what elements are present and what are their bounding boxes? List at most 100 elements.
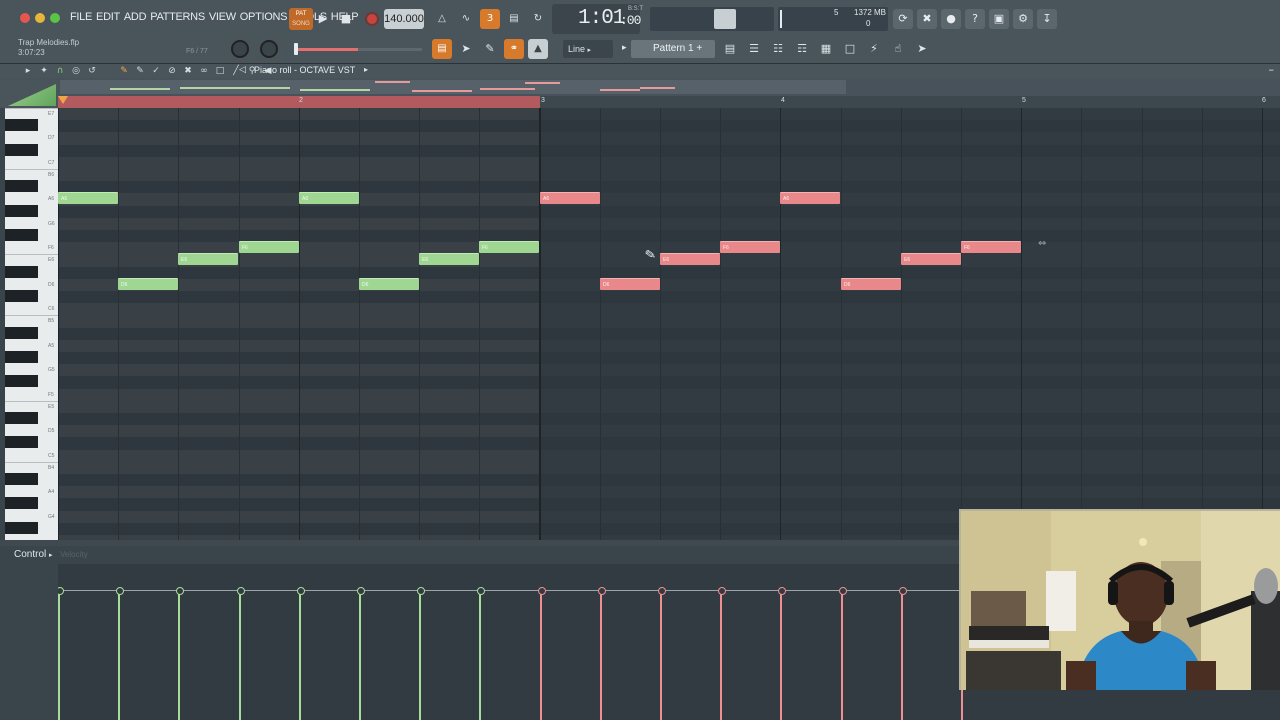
main-volume-slider[interactable] — [294, 48, 422, 51]
blend-notes-icon[interactable]: ▤ — [504, 9, 524, 29]
menu-options[interactable]: OPTIONS — [240, 11, 288, 23]
main-volume-handle[interactable] — [294, 43, 298, 55]
note-a6[interactable]: A6 — [299, 192, 359, 205]
note-d6[interactable]: D6 — [118, 277, 178, 290]
playhead-marker-icon[interactable] — [58, 96, 68, 104]
velocity-bar[interactable] — [598, 587, 606, 720]
snap-icon[interactable]: ✦ — [38, 65, 50, 77]
arrow-icon[interactable]: ➤ — [456, 39, 476, 59]
delete-tool-icon[interactable]: ⊘ — [166, 65, 178, 77]
control-selector[interactable]: Control ▸ — [14, 549, 53, 560]
note-e6[interactable]: E6 — [419, 253, 479, 266]
countdown-icon[interactable]: 3 — [480, 9, 500, 29]
minimize-window-button[interactable] — [35, 13, 45, 23]
mixer-icon[interactable]: ☷ — [768, 39, 788, 59]
send-icon[interactable]: ➤ — [912, 39, 932, 59]
brush-tool-icon[interactable]: ✓ — [150, 65, 162, 77]
touch-icon[interactable]: ☝ — [888, 39, 908, 59]
velocity-bar[interactable] — [357, 587, 365, 720]
menu-edit[interactable]: EDIT — [96, 11, 120, 23]
loop-record-icon[interactable]: ↻ — [528, 9, 548, 29]
pattern-selector[interactable]: Pattern 1 + — [631, 40, 715, 58]
menu-file[interactable]: FILE — [70, 11, 92, 23]
wait-input-icon[interactable]: ∿ — [456, 9, 476, 29]
stop-button[interactable]: ■ — [336, 9, 356, 29]
black-key[interactable] — [5, 265, 38, 278]
black-key[interactable] — [5, 290, 38, 302]
black-key[interactable] — [5, 473, 38, 485]
clipboard-icon[interactable]: □ — [840, 39, 860, 59]
black-key[interactable] — [5, 326, 38, 339]
plug-icon[interactable]: ⚡ — [864, 39, 884, 59]
plugin-icon[interactable]: ⚙ — [1013, 9, 1033, 29]
close-window-button[interactable] — [20, 13, 30, 23]
note-e6[interactable]: E6 — [178, 253, 238, 266]
piano-roll-close-icon[interactable]: – — [1269, 63, 1275, 76]
black-key[interactable] — [5, 351, 38, 363]
velocity-bar[interactable] — [58, 587, 64, 720]
velocity-bar[interactable] — [297, 587, 305, 720]
master-pitch-slider[interactable] — [714, 9, 736, 29]
link-icon[interactable]: ⚭ — [504, 39, 524, 59]
mute-tool-icon[interactable]: ✖ — [182, 65, 194, 77]
record-button[interactable] — [365, 12, 379, 26]
black-key[interactable] — [5, 375, 38, 388]
velocity-bar[interactable] — [899, 587, 907, 720]
velocity-bar[interactable] — [778, 587, 786, 720]
menu-view[interactable]: VIEW — [209, 11, 236, 23]
pencil-icon[interactable]: ✎ — [480, 39, 500, 59]
add-pattern-icon[interactable]: + — [696, 43, 702, 54]
velocity-bar[interactable] — [718, 587, 726, 720]
menu-patterns[interactable]: PATTERNS — [150, 11, 205, 23]
tempo-display[interactable]: 140.000 — [384, 9, 424, 29]
menu-arrow-icon[interactable]: ▸ — [22, 65, 34, 77]
stamp-icon[interactable]: ▲ — [528, 39, 548, 59]
piano-keyboard[interactable]: E7 D7 C7 B6 A6 G6 F6 E6 D6 C6 B5 A5 G5 F5 E5 D5 C5 B4 A4 G4 — [5, 108, 58, 540]
black-key[interactable] — [5, 497, 38, 510]
note-f6[interactable]: F6 — [239, 241, 299, 254]
undo-history-icon[interactable]: ⟳ — [893, 9, 913, 29]
black-key[interactable] — [5, 229, 38, 241]
pattern-prev-icon[interactable]: ▸ — [622, 43, 627, 53]
title-chevron-icon[interactable]: ▸ — [364, 65, 368, 74]
menu-add[interactable]: ADD — [124, 11, 147, 23]
save-icon[interactable]: ▣ — [989, 9, 1009, 29]
sliders-icon[interactable]: ☶ — [792, 39, 812, 59]
zoom-window-button[interactable] — [50, 13, 60, 23]
select-tool-icon[interactable]: □ — [214, 65, 226, 77]
note-f6[interactable]: F6 — [479, 241, 539, 254]
note-d6[interactable]: D6 — [359, 277, 419, 290]
master-pitch-knob[interactable] — [260, 40, 278, 58]
slip-tool-icon[interactable]: ∞ — [198, 65, 210, 77]
download-icon[interactable]: ↧ — [1037, 9, 1057, 29]
note-e6[interactable]: E6 — [901, 253, 961, 266]
help-icon[interactable]: ? — [965, 9, 985, 29]
velocity-bar[interactable] — [417, 587, 425, 720]
velocity-bar[interactable] — [477, 587, 485, 720]
paint-tool-icon[interactable]: ✎ — [134, 65, 146, 77]
note-a6[interactable]: A6 — [540, 192, 600, 205]
channel-rack-icon[interactable]: ☰ — [744, 39, 764, 59]
note-f6[interactable]: F6 — [961, 241, 1021, 254]
play-button[interactable]: ▶ — [313, 9, 333, 29]
black-key[interactable] — [5, 180, 38, 193]
loop-icon[interactable]: ↺ — [86, 65, 98, 77]
playlist-icon[interactable]: ▤ — [720, 39, 740, 59]
cut-tool-icon[interactable]: ✖ — [917, 9, 937, 29]
velocity-bar[interactable] — [176, 587, 184, 720]
microphone-icon[interactable]: ● — [941, 9, 961, 29]
velocity-bar[interactable] — [116, 587, 124, 720]
velocity-bar[interactable] — [237, 587, 245, 720]
browser-icon[interactable]: ▦ — [816, 39, 836, 59]
note-grid[interactable]: A6 D6 E6 F6 A6 D6 E6 F6 A6 D6 E6 F6 A6 D6 E6 F6 — [58, 108, 1280, 540]
stamp-tool-icon[interactable]: ◎ — [70, 65, 82, 77]
black-key[interactable] — [5, 436, 38, 449]
note-a6[interactable]: A6 — [58, 192, 118, 205]
black-key[interactable] — [5, 521, 38, 534]
magnet-icon[interactable]: ∩ — [54, 65, 66, 77]
master-volume-knob[interactable] — [231, 40, 249, 58]
black-key[interactable] — [5, 412, 38, 424]
velocity-bar[interactable] — [538, 587, 546, 720]
black-key[interactable] — [5, 119, 38, 132]
note-a6[interactable]: A6 — [780, 192, 840, 205]
